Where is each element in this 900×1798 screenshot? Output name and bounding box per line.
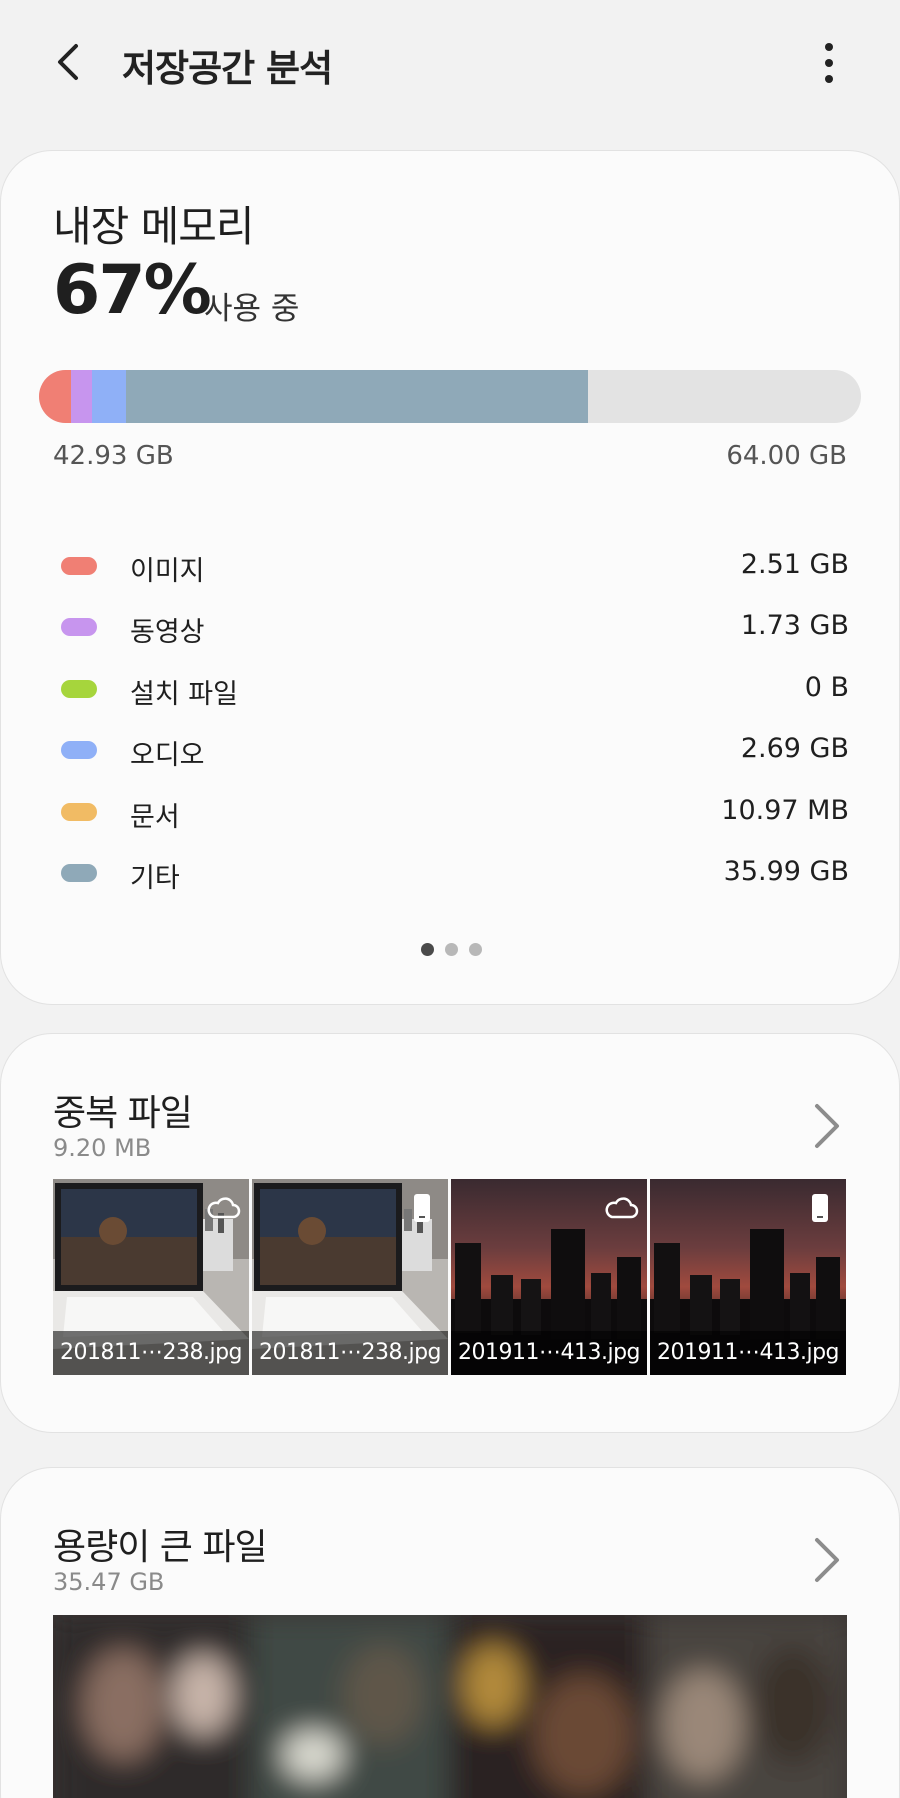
bar-segment-audio — [92, 370, 126, 423]
category-row-images[interactable]: 이미지 2.51 GB — [1, 539, 900, 600]
usage-percent: 67% — [53, 251, 212, 330]
file-thumbnail[interactable]: 201811⋯238.jpg — [252, 1179, 448, 1375]
category-value: 2.69 GB — [740, 733, 849, 765]
category-label: 문서 — [130, 801, 180, 833]
cloud-icon — [207, 1197, 241, 1219]
back-button[interactable] — [46, 38, 94, 86]
duplicate-thumbnails: 201811⋯238.jpg 201811⋯238.jpg 201911⋯413… — [53, 1179, 847, 1375]
phone-icon — [414, 1194, 430, 1222]
storage-title: 내장 메모리 — [53, 202, 255, 251]
file-name: 201811⋯238.jpg — [252, 1331, 448, 1375]
app-bar: 저장공간 분석 — [0, 0, 900, 130]
legend-swatch — [61, 802, 97, 821]
duplicate-files-size: 9.20 MB — [53, 1134, 152, 1162]
legend-swatch — [61, 741, 97, 760]
duplicate-files-card[interactable]: 중복 파일 9.20 MB 201811⋯238.jpg 201811⋯238.… — [0, 1033, 900, 1433]
large-files-thumbnails[interactable] — [53, 1615, 847, 1798]
more-options-button[interactable] — [806, 40, 852, 86]
internal-storage-card[interactable]: 내장 메모리 67% 사용 중 42.93 GB 64.00 GB 이미지 2.… — [0, 150, 900, 1005]
category-legend: 이미지 2.51 GB 동영상 1.73 GB 설치 파일 0 B 오디오 2.… — [1, 539, 900, 907]
page-dot — [444, 943, 458, 956]
category-value: 1.73 GB — [740, 610, 849, 642]
page-title: 저장공간 분석 — [122, 47, 333, 90]
file-name: 201911⋯413.jpg — [650, 1331, 846, 1375]
category-row-documents[interactable]: 문서 10.97 MB — [1, 785, 900, 846]
category-value: 10.97 MB — [721, 794, 849, 826]
bar-segment-other — [126, 370, 588, 423]
category-label: 동영상 — [130, 617, 205, 649]
category-row-videos[interactable]: 동영상 1.73 GB — [1, 600, 900, 661]
file-thumbnail[interactable]: 201811⋯238.jpg — [53, 1179, 249, 1375]
large-files-size: 35.47 GB — [53, 1568, 165, 1596]
category-label: 오디오 — [130, 740, 205, 772]
legend-swatch — [61, 618, 97, 637]
duplicate-files-title: 중복 파일 — [53, 1093, 193, 1134]
bar-segment-videos — [71, 370, 92, 423]
file-thumbnail[interactable]: 201911⋯413.jpg — [650, 1179, 846, 1375]
category-value: 35.99 GB — [723, 855, 849, 887]
category-row-audio[interactable]: 오디오 2.69 GB — [1, 723, 900, 784]
file-thumbnail[interactable]: 201911⋯413.jpg — [451, 1179, 647, 1375]
legend-swatch — [61, 679, 97, 698]
page-dot-active — [420, 943, 434, 956]
used-space: 42.93 GB — [53, 441, 174, 471]
category-value: 0 B — [804, 671, 849, 703]
chevron-right-icon[interactable] — [807, 1100, 847, 1152]
chevron-right-icon[interactable] — [807, 1534, 847, 1586]
legend-swatch — [61, 557, 97, 575]
storage-usage-bar — [39, 370, 861, 423]
category-label: 설치 파일 — [130, 678, 238, 710]
category-row-other[interactable]: 기타 35.99 GB — [1, 846, 900, 907]
page-indicator — [1, 943, 900, 957]
category-label: 기타 — [130, 862, 180, 894]
large-files-title: 용량이 큰 파일 — [53, 1527, 268, 1568]
file-name: 201911⋯413.jpg — [451, 1331, 647, 1375]
bar-segment-images — [39, 370, 71, 423]
page-dot — [468, 943, 482, 956]
blurred-video-thumbnails — [53, 1615, 847, 1798]
back-arrow-icon — [58, 44, 78, 80]
usage-suffix: 사용 중 — [204, 291, 300, 327]
category-row-installation-files[interactable]: 설치 파일 0 B — [1, 662, 900, 723]
legend-swatch — [61, 863, 97, 882]
category-value: 2.51 GB — [740, 549, 849, 580]
cloud-icon — [605, 1197, 639, 1219]
large-files-card[interactable]: 용량이 큰 파일 35.47 GB — [0, 1467, 900, 1798]
file-name: 201811⋯238.jpg — [53, 1331, 249, 1375]
phone-icon — [812, 1194, 828, 1222]
category-label: 이미지 — [130, 556, 205, 587]
total-space: 64.00 GB — [726, 441, 847, 471]
more-vertical-icon — [825, 43, 833, 83]
